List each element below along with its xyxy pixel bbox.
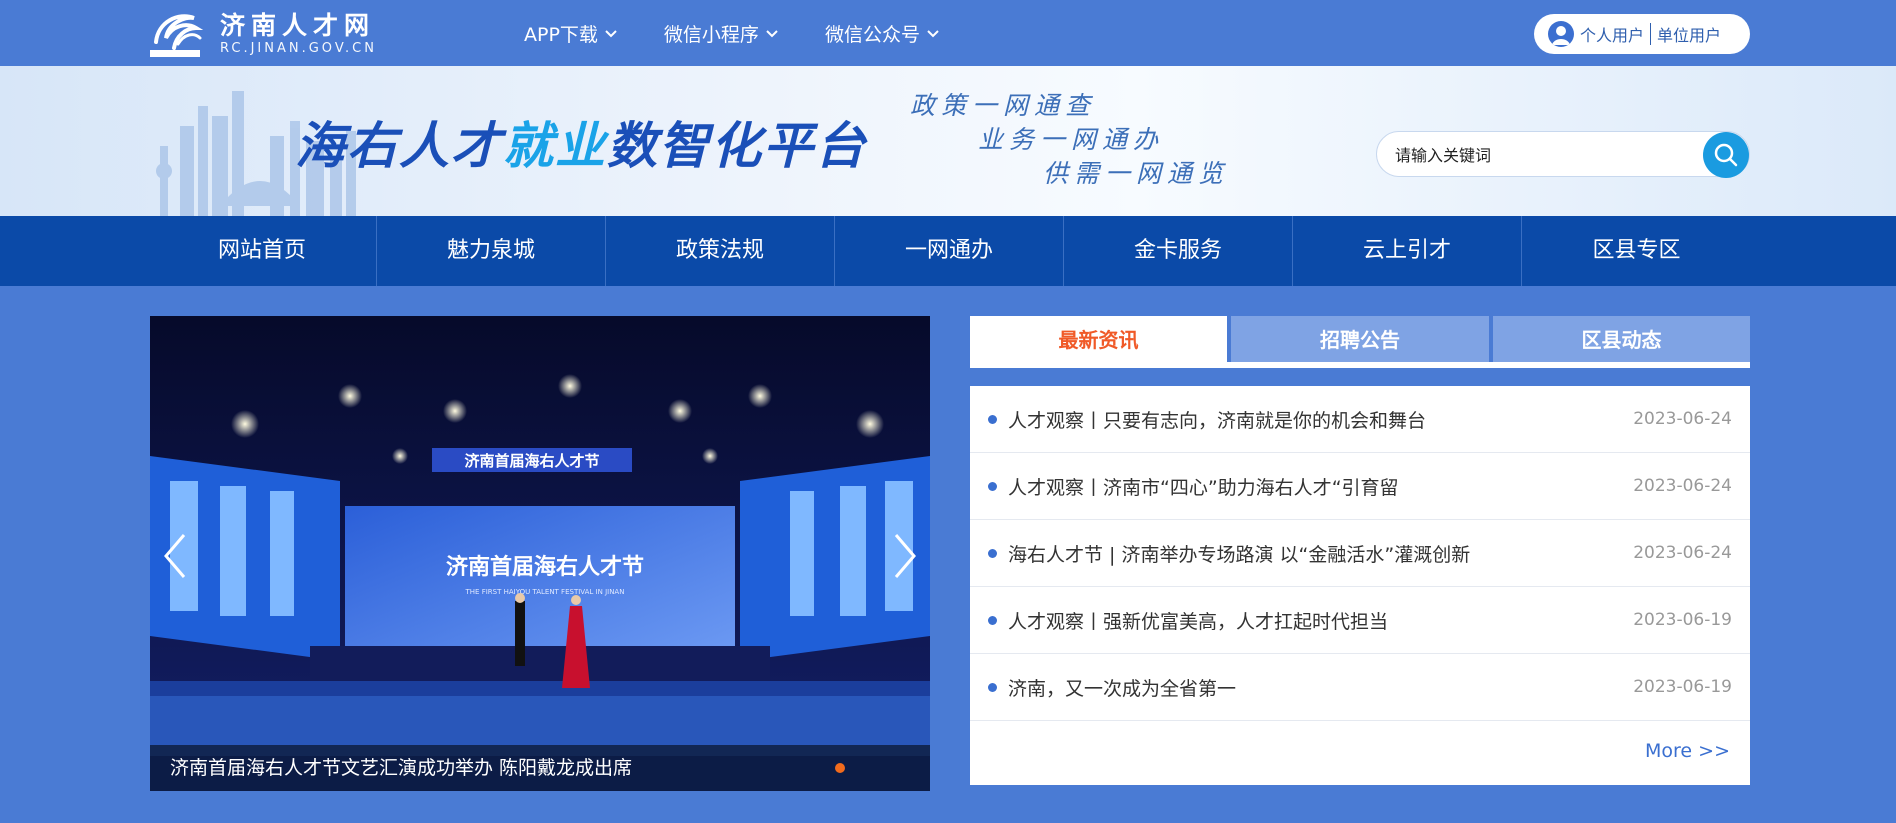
search-button[interactable] bbox=[1703, 132, 1749, 178]
news-title: 人才观察丨济南市“四心”助力海右人才“引育留 bbox=[1008, 476, 1399, 499]
bullet-icon bbox=[988, 548, 997, 558]
screen-title: 济南首届海右人才节 bbox=[446, 554, 644, 580]
tab-latest-news[interactable]: 最新资讯 bbox=[970, 316, 1227, 364]
carousel-prev-button[interactable] bbox=[160, 531, 190, 581]
chevron-down-icon bbox=[766, 29, 778, 37]
news-title: 济南，又一次成为全省第一 bbox=[1008, 677, 1237, 700]
nav-home[interactable]: 网站首页 bbox=[148, 216, 377, 286]
news-item[interactable]: 济南，又一次成为全省第一 2023-06-19 bbox=[970, 654, 1750, 721]
news-title: 海右人才节 | 济南举办专场路演 以“金融活水”灌溉创新 bbox=[1008, 543, 1471, 566]
tabs-underline bbox=[970, 362, 1750, 368]
carousel-caption[interactable]: 济南首届海右人才节文艺汇演成功举办 陈阳戴龙成出席 bbox=[150, 745, 930, 791]
news-item[interactable]: 海右人才节 | 济南举办专场路演 以“金融活水”灌溉创新 2023-06-24 bbox=[970, 520, 1750, 587]
news-date: 2023-06-24 bbox=[1633, 543, 1732, 563]
topnav-label: 微信公众号 bbox=[824, 24, 920, 46]
search-box bbox=[1376, 131, 1750, 178]
logo-mark-icon bbox=[148, 8, 204, 60]
bullet-icon bbox=[988, 414, 997, 424]
news-date: 2023-06-19 bbox=[1633, 610, 1732, 630]
nav-one-stop[interactable]: 一网通办 bbox=[835, 216, 1064, 286]
site-logo[interactable]: 济南人才网 RC.JINAN.GOV.CN bbox=[148, 8, 377, 60]
more-link[interactable]: More >> bbox=[1645, 740, 1730, 762]
news-item[interactable]: 人才观察丨济南市“四心”助力海右人才“引育留 2023-06-24 bbox=[970, 453, 1750, 520]
nav-policy[interactable]: 政策法规 bbox=[606, 216, 835, 286]
search-input[interactable] bbox=[1395, 142, 1675, 168]
nav-cloud-recruit[interactable]: 云上引才 bbox=[1293, 216, 1522, 286]
news-list: 人才观察丨只要有志向，济南就是你的机会和舞台 2023-06-24 人才观察丨济… bbox=[970, 386, 1750, 785]
topnav-mini-program[interactable]: 微信小程序 bbox=[664, 20, 779, 47]
chevron-down-icon bbox=[605, 29, 617, 37]
topnav-official-account[interactable]: 微信公众号 bbox=[825, 20, 940, 47]
nav-gold-card[interactable]: 金卡服务 bbox=[1064, 216, 1293, 286]
user-avatar-icon bbox=[1548, 21, 1574, 47]
slogan-line: 业务一网通办 bbox=[978, 125, 1165, 154]
chevron-down-icon bbox=[927, 29, 939, 37]
stage-sign: 济南首届海右人才节 bbox=[464, 452, 599, 470]
bullet-icon bbox=[988, 682, 997, 692]
bullet-icon bbox=[988, 481, 997, 491]
news-title: 人才观察丨强新优富美高，人才扛起时代担当 bbox=[1008, 610, 1389, 633]
news-title: 人才观察丨只要有志向，济南就是你的机会和舞台 bbox=[1008, 409, 1427, 432]
news-carousel[interactable]: 济南首届海右人才节 济南首届海右人才节 THE FIRST HAIYOU TAL… bbox=[150, 316, 930, 791]
site-url: RC.JINAN.GOV.CN bbox=[220, 41, 377, 56]
nav-districts[interactable]: 区县专区 bbox=[1522, 216, 1751, 286]
personal-user-link[interactable]: 个人用户 bbox=[1580, 22, 1644, 46]
carousel-indicator-dot[interactable] bbox=[835, 763, 845, 773]
carousel-next-button[interactable] bbox=[890, 531, 920, 581]
main-nav: 网站首页 魅力泉城 政策法规 一网通办 金卡服务 云上引才 区县专区 bbox=[0, 216, 1896, 286]
chevron-left-icon bbox=[164, 534, 186, 578]
chevron-right-icon bbox=[894, 534, 916, 578]
news-item[interactable]: 人才观察丨只要有志向，济南就是你的机会和舞台 2023-06-24 bbox=[970, 386, 1750, 453]
tab-recruitment[interactable]: 招聘公告 bbox=[1231, 316, 1489, 364]
search-icon bbox=[1714, 143, 1738, 167]
top-bar: 济南人才网 RC.JINAN.GOV.CN APP下载 微信小程序 微信公众号 … bbox=[0, 0, 1896, 66]
divider bbox=[1650, 23, 1652, 45]
nav-charm-city[interactable]: 魅力泉城 bbox=[377, 216, 606, 286]
topnav-label: APP下载 bbox=[524, 24, 598, 46]
topnav-app-download[interactable]: APP下载 bbox=[524, 20, 618, 47]
news-item[interactable]: 人才观察丨强新优富美高，人才扛起时代担当 2023-06-19 bbox=[970, 587, 1750, 654]
topnav-label: 微信小程序 bbox=[663, 24, 759, 46]
slogan-line: 供需一网通览 bbox=[1043, 159, 1230, 188]
news-date: 2023-06-24 bbox=[1633, 476, 1732, 496]
company-user-link[interactable]: 单位用户 bbox=[1657, 22, 1721, 46]
platform-title: 海右人才就业数智化平台 bbox=[295, 117, 867, 175]
slogan-line: 政策一网通查 bbox=[910, 91, 1097, 120]
stage-photo: 济南首届海右人才节 济南首届海右人才节 THE FIRST HAIYOU TAL… bbox=[150, 316, 930, 791]
news-date: 2023-06-19 bbox=[1633, 677, 1732, 697]
top-nav: APP下载 微信小程序 微信公众号 bbox=[524, 20, 986, 47]
tab-district-news[interactable]: 区县动态 bbox=[1493, 316, 1750, 364]
bullet-icon bbox=[988, 615, 997, 625]
site-name: 济南人才网 bbox=[220, 11, 376, 40]
screen-subtitle: THE FIRST HAIYOU TALENT FESTIVAL IN JINA… bbox=[465, 588, 625, 596]
hero-banner: 海右人才就业数智化平台 政策一网通查 业务一网通办 供需一网通览 bbox=[0, 66, 1896, 216]
user-login-box: 个人用户 单位用户 bbox=[1534, 14, 1750, 54]
news-date: 2023-06-24 bbox=[1633, 409, 1732, 429]
